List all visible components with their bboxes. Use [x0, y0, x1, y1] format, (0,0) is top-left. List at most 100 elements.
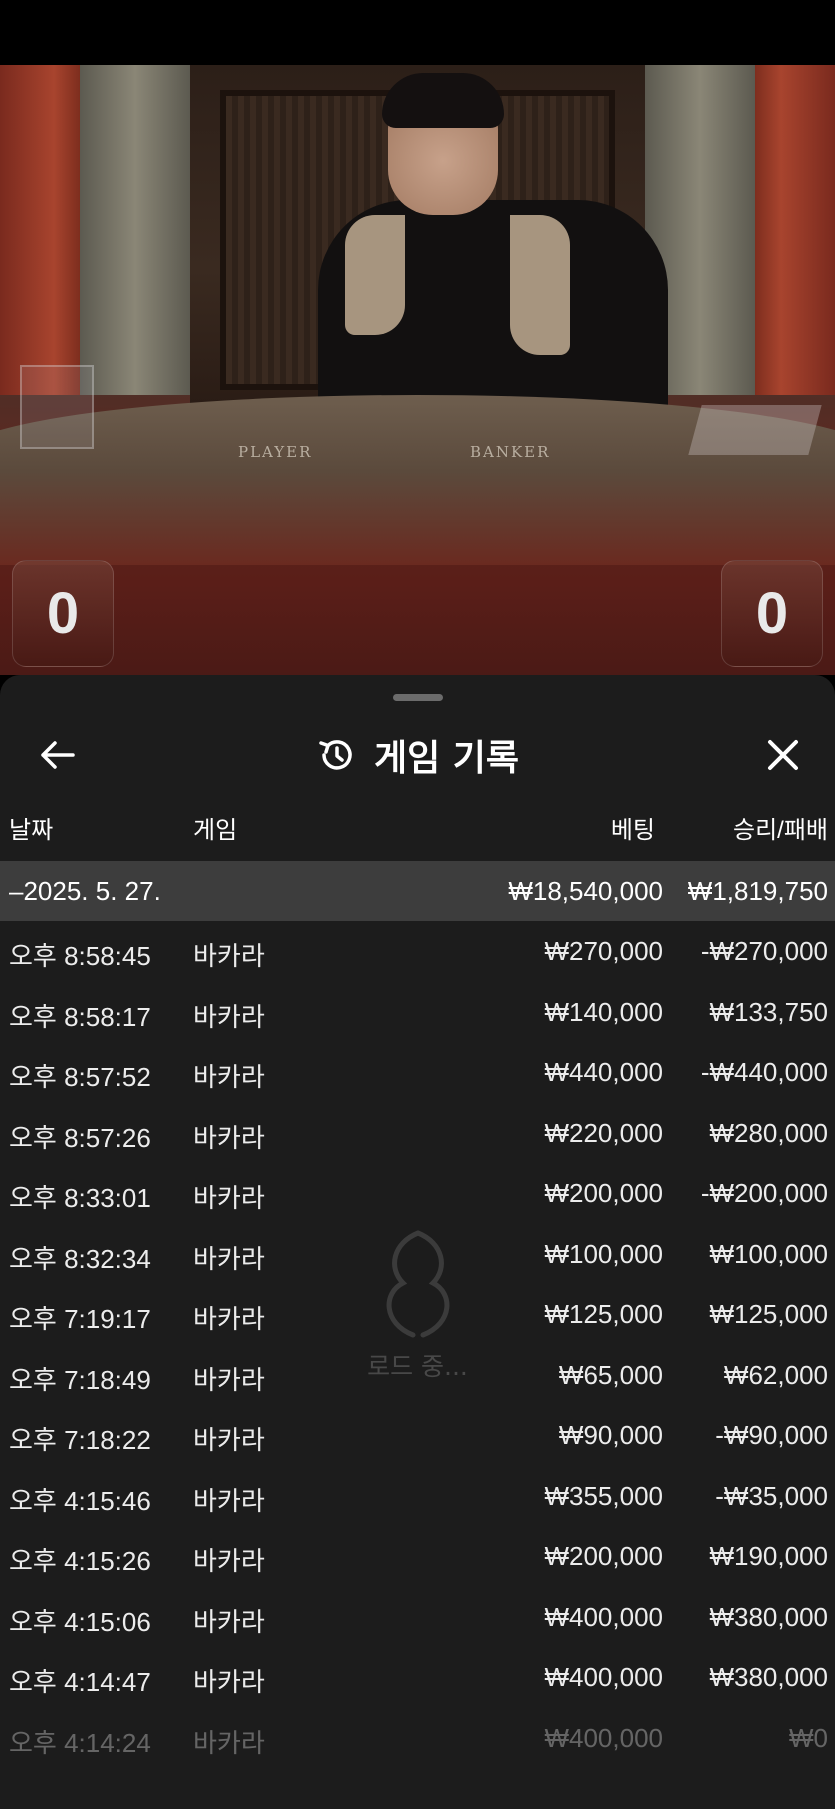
page-title: 게임 기록	[373, 738, 519, 779]
row-game: 바카라	[193, 1062, 265, 1092]
row-bet: ₩140,000	[544, 996, 663, 1027]
history-row[interactable]: 오후 7:18:22 바카라 ₩90,000 -₩90,000	[0, 1405, 835, 1466]
history-row[interactable]: 오후 4:15:46 바카라 ₩355,000 -₩35,000	[0, 1466, 835, 1527]
history-icon	[319, 740, 352, 770]
row-bet: ₩270,000	[544, 936, 663, 966]
row-time: 오후 4:15:46	[9, 1485, 151, 1516]
column-header-win-loss[interactable]: 승리/패배	[733, 810, 828, 845]
row-time: 오후 8:58:17	[9, 1001, 151, 1032]
row-game: 바카라	[193, 1727, 265, 1758]
row-bet: ₩440,000	[544, 1057, 663, 1087]
row-bet: ₩125,000	[544, 1299, 663, 1329]
summary-win-loss: ₩1,819,750	[687, 876, 828, 906]
banker-score: 0	[721, 560, 823, 667]
history-row[interactable]: 오후 8:57:26 바카라 ₩220,000 ₩280,000	[0, 1103, 835, 1164]
sheet-drag-handle[interactable]	[393, 694, 443, 701]
dealer-vest-left	[345, 215, 405, 335]
row-bet: ₩220,000	[544, 1117, 663, 1148]
row-game: 바카라	[193, 1122, 265, 1153]
row-bet: ₩100,000	[544, 1238, 663, 1269]
history-list: 오후 8:58:45 바카라 ₩270,000 -₩270,000 오후 8:58:17…	[0, 921, 835, 1768]
history-row[interactable]: 오후 4:14:47 바카라 ₩400,000 ₩380,000	[0, 1647, 835, 1708]
sheet-header: 게임 기록	[0, 715, 835, 795]
row-time: 오후 4:15:06	[9, 1606, 151, 1637]
column-header-game[interactable]: 게임	[193, 810, 237, 845]
row-win-loss: ₩133,750	[709, 996, 828, 1027]
row-time: 오후 7:18:49	[9, 1364, 151, 1395]
row-game: 바카라	[193, 1425, 265, 1455]
row-win-loss: ₩280,000	[709, 1117, 828, 1148]
row-game: 바카라	[193, 1667, 265, 1697]
row-bet: ₩200,000	[544, 1541, 663, 1571]
history-row[interactable]: 오후 4:15:26 바카라 ₩200,000 ₩190,000	[0, 1526, 835, 1587]
row-win-loss: -₩440,000	[700, 1057, 828, 1087]
row-win-loss: ₩0	[789, 1722, 828, 1753]
row-win-loss: ₩190,000	[709, 1541, 828, 1571]
history-row[interactable]: 오후 8:32:34 바카라 ₩100,000 ₩100,000	[0, 1224, 835, 1285]
row-game: 바카라	[193, 1001, 265, 1032]
dealer-vest-right	[510, 215, 570, 355]
row-win-loss: ₩100,000	[709, 1238, 828, 1269]
row-game: 바카라	[193, 941, 265, 971]
row-time: 오후 8:32:34	[9, 1243, 151, 1274]
row-bet: ₩200,000	[544, 1178, 663, 1208]
row-time: 오후 7:18:22	[9, 1425, 151, 1455]
row-time: 오후 4:15:26	[9, 1546, 151, 1576]
row-game: 바카라	[193, 1606, 265, 1637]
date-summary-row[interactable]: –2025. 5. 27. ₩18,540,000 ₩1,819,750	[0, 861, 835, 921]
summary-date: –2025. 5. 27.	[9, 876, 161, 906]
summary-bet: ₩18,540,000	[508, 876, 663, 906]
history-row[interactable]: 오후 8:58:45 바카라 ₩270,000 -₩270,000	[0, 921, 835, 982]
card-holder-left	[20, 365, 94, 449]
row-time: 오후 4:14:24	[9, 1727, 151, 1758]
row-time: 오후 8:57:52	[9, 1062, 151, 1092]
table-label-player: PLAYER	[238, 443, 313, 461]
row-win-loss: ₩380,000	[709, 1601, 828, 1632]
row-win-loss: ₩62,000	[723, 1359, 828, 1390]
row-bet: ₩400,000	[544, 1662, 663, 1692]
decor-pillar-left	[80, 65, 190, 395]
row-game: 바카라	[193, 1485, 265, 1516]
row-time: 오후 7:19:17	[9, 1304, 151, 1334]
row-game: 바카라	[193, 1304, 265, 1334]
row-bet: ₩65,000	[558, 1359, 663, 1390]
column-headers: 날짜 게임 베팅 승리/패배	[0, 810, 835, 850]
close-button[interactable]	[753, 729, 813, 781]
row-win-loss: -₩35,000	[715, 1480, 828, 1511]
row-time: 오후 8:58:45	[9, 941, 151, 971]
row-win-loss: ₩125,000	[709, 1299, 828, 1329]
row-bet: ₩400,000	[544, 1722, 663, 1753]
row-game: 바카라	[193, 1243, 265, 1274]
decor-wall-left	[0, 65, 90, 395]
row-bet: ₩355,000	[544, 1480, 663, 1511]
game-history-sheet: 게임 기록 날짜 게임 베팅 승리/패배 –2025. 5. 27. ₩18,5…	[0, 675, 835, 1809]
history-row[interactable]: 오후 4:14:24 바카라 ₩400,000 ₩0	[0, 1708, 835, 1769]
row-bet: ₩90,000	[558, 1420, 663, 1450]
row-win-loss: -₩270,000	[700, 936, 828, 966]
player-score: 0	[12, 560, 114, 667]
column-header-bet[interactable]: 베팅	[611, 810, 655, 845]
row-win-loss: -₩200,000	[700, 1178, 828, 1208]
row-win-loss: ₩380,000	[709, 1662, 828, 1692]
column-header-date[interactable]: 날짜	[9, 810, 53, 845]
row-time: 오후 4:14:47	[9, 1667, 151, 1697]
history-row[interactable]: 오후 8:33:01 바카라 ₩200,000 -₩200,000	[0, 1163, 835, 1224]
history-row[interactable]: 오후 8:57:52 바카라 ₩440,000 -₩440,000	[0, 1042, 835, 1103]
history-row[interactable]: 오후 7:19:17 바카라 ₩125,000 ₩125,000	[0, 1284, 835, 1345]
history-row[interactable]: 오후 4:15:06 바카라 ₩400,000 ₩380,000	[0, 1587, 835, 1648]
row-win-loss: -₩90,000	[715, 1420, 828, 1450]
row-game: 바카라	[193, 1364, 265, 1395]
row-time: 오후 8:33:01	[9, 1183, 151, 1213]
history-row[interactable]: 오후 8:58:17 바카라 ₩140,000 ₩133,750	[0, 982, 835, 1043]
table-label-banker: BANKER	[470, 443, 551, 461]
row-bet: ₩400,000	[544, 1601, 663, 1632]
history-row[interactable]: 오후 7:18:49 바카라 ₩65,000 ₩62,000	[0, 1345, 835, 1406]
card-shoe-right	[688, 405, 822, 455]
dealer-hair	[382, 73, 504, 128]
row-game: 바카라	[193, 1183, 265, 1213]
close-icon	[768, 740, 798, 770]
decor-wall-right	[745, 65, 835, 395]
live-video-feed: PLAYER BANKER 0 0	[0, 65, 835, 675]
row-game: 바카라	[193, 1546, 265, 1576]
row-time: 오후 8:57:26	[9, 1122, 151, 1153]
